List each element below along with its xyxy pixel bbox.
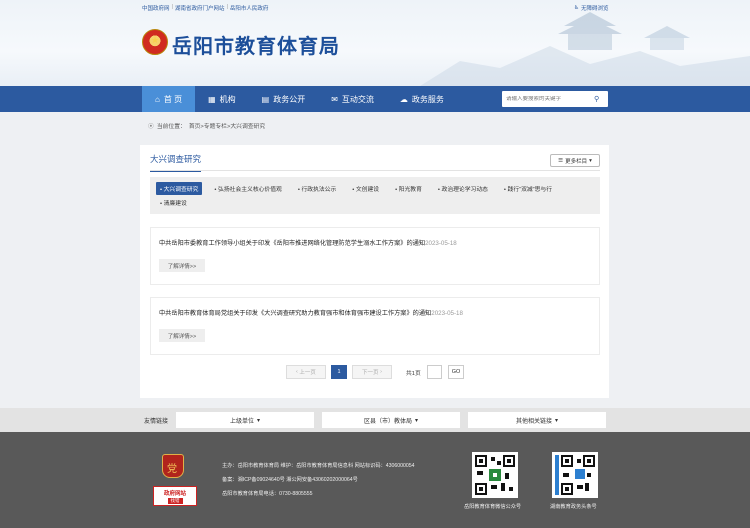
nav-label: 政务公开 bbox=[273, 94, 306, 104]
details-button[interactable]: 了解详情>> bbox=[159, 259, 205, 272]
list-item: 中共岳阳市委教育工作领导小组关于印发《岳阳市推进网络化管理防范学生溺水工作方案》… bbox=[150, 227, 600, 285]
nav-item-organization[interactable]: ▦ 机构 bbox=[195, 86, 249, 112]
accessibility-link[interactable]: ♿ 无障碍浏览 bbox=[574, 4, 608, 12]
next-arrow: › bbox=[378, 369, 382, 375]
tab-research[interactable]: • 大兴调查研究 bbox=[156, 181, 203, 195]
tab-civilization[interactable]: • 文创建设 bbox=[348, 182, 383, 195]
article-title[interactable]: 中共岳阳市委教育工作领导小组关于印发《岳阳市推进网络化管理防范学生溺水工作方案》… bbox=[159, 238, 457, 247]
building-icon: ▦ bbox=[208, 94, 216, 104]
pavilion-illustration bbox=[420, 12, 750, 86]
dropdown-label: 上级单位 bbox=[229, 418, 254, 425]
list-icon: ☰ bbox=[558, 157, 564, 164]
article-date: 2023-05-18 bbox=[425, 240, 457, 247]
caret-down-icon: ▾ bbox=[589, 157, 592, 164]
chat-icon: ✉ bbox=[331, 94, 338, 104]
tab-double-reduction[interactable]: • 践行“双减”思与行 bbox=[500, 182, 556, 195]
toutiao-qr-caption: 湖南教育政务头条号 bbox=[550, 504, 597, 510]
dropdown-label: 区县（市）教体局 bbox=[363, 418, 412, 425]
more-columns-label: 更多栏目 bbox=[565, 158, 588, 165]
next-page-label: 下一页 bbox=[362, 370, 379, 376]
total-pages: 共1页 bbox=[406, 371, 421, 377]
dropdown-other-links[interactable]: 其他相关链接 ▾ bbox=[468, 412, 606, 428]
search-icon[interactable]: ⚲ bbox=[594, 95, 599, 103]
site-footer: 政府网站 找错 主办：岳阳市教育体育局 维护：岳阳市教育体育局信息科 网站标识码… bbox=[0, 432, 750, 528]
go-button[interactable]: GO bbox=[448, 365, 464, 379]
article-date: 2023-05-18 bbox=[431, 310, 463, 317]
nav-label: 政务服务 bbox=[411, 94, 444, 104]
subcolumn-tabs: • 大兴调查研究 • 弘扬社会主义核心价值观 • 行政执法公示 • 文创建设 •… bbox=[150, 177, 600, 214]
search-input[interactable] bbox=[502, 96, 592, 102]
tab-integrity[interactable]: • 清廉建设 bbox=[156, 196, 191, 209]
top-links: 中国政府网 | 湖南省政府门户网站 | 岳阳市人民政府 bbox=[142, 4, 268, 12]
footer-host-info: 主办：岳阳市教育体育局 维护：岳阳市教育体育局信息科 网站标识码：4306000… bbox=[222, 463, 415, 469]
footer-phone-info: 岳阳市教育体育局电话：0730-8805555 bbox=[222, 491, 313, 497]
dropdown-label: 其他相关链接 bbox=[515, 418, 552, 425]
nav-item-interaction[interactable]: ✉ 互动交流 bbox=[318, 86, 387, 112]
badge-bottom-text: 找错 bbox=[167, 497, 183, 504]
top-link-gov[interactable]: 中国政府网 bbox=[142, 4, 170, 12]
friend-links-bar: 友情链接 上级单位 ▾ 区县（市）教体局 ▾ 其他相关链接 ▾ bbox=[0, 408, 750, 432]
accessibility-icon: ♿ bbox=[574, 5, 579, 11]
details-button[interactable]: 了解详情>> bbox=[159, 329, 205, 342]
tab-sunshine-education[interactable]: • 阳光教育 bbox=[391, 182, 426, 195]
home-icon: ⌂ bbox=[155, 94, 160, 104]
divider bbox=[150, 170, 600, 171]
search-box: ⚲ bbox=[502, 91, 608, 107]
caret-down-icon: ▾ bbox=[415, 417, 419, 424]
service-icon: ☁ bbox=[399, 94, 408, 104]
separator: | bbox=[171, 4, 173, 10]
list-item: 中共岳阳市教育体育局党组关于印发《大兴调查研究助力教育强市和体育强市建设工作方案… bbox=[150, 297, 600, 355]
toutiao-qr-code bbox=[552, 452, 598, 498]
site-header: 中国政府网 | 湖南省政府门户网站 | 岳阳市人民政府 ♿ 无障碍浏览 岳阳市教… bbox=[0, 0, 750, 86]
top-link-hunan[interactable]: 湖南省政府门户网站 bbox=[175, 4, 225, 12]
top-link-yueyang[interactable]: 岳阳市人民政府 bbox=[230, 4, 269, 12]
tab-political-study[interactable]: • 政治理论学习动态 bbox=[434, 182, 492, 195]
accessibility-label: 无障碍浏览 bbox=[580, 6, 609, 12]
badge-top-text: 政府网站 bbox=[163, 490, 186, 497]
tab-law-enforcement[interactable]: • 行政执法公示 bbox=[294, 182, 340, 195]
nav-item-services[interactable]: ☁ 政务服务 bbox=[387, 86, 457, 112]
qr-code-icon bbox=[475, 455, 515, 495]
document-icon: ▤ bbox=[261, 94, 270, 104]
qr-code-icon bbox=[555, 455, 595, 495]
separator: | bbox=[226, 4, 228, 10]
article-title-text: 中共岳阳市教育体育局党组关于印发《大兴调查研究助力教育强市和体育强市建设工作方案… bbox=[159, 310, 432, 317]
content-panel: 大兴调查研究 ☰ 更多栏目 ▾ • 大兴调查研究 • 弘扬社会主义核心价值观 •… bbox=[140, 145, 609, 398]
footer-icp-info: 备案：湘ICP备09024640号 湘公网安备43060202000064号 bbox=[222, 477, 358, 483]
nav-label: 首 页 bbox=[163, 94, 183, 104]
page-number[interactable]: 1 bbox=[331, 365, 347, 379]
main-nav: ⌂ 首 页 ▦ 机构 ▤ 政务公开 ✉ 互动交流 ☁ 政务服务 bbox=[0, 86, 750, 112]
page-jump-input[interactable] bbox=[427, 365, 442, 379]
nav-label: 互动交流 bbox=[341, 94, 374, 104]
location-icon: ⦿ bbox=[148, 124, 154, 130]
party-badge-icon[interactable] bbox=[162, 454, 184, 478]
article-title[interactable]: 中共岳阳市教育体育局党组关于印发《大兴调查研究助力教育强市和体育强市建设工作方案… bbox=[159, 308, 463, 317]
next-page-button[interactable]: 下一页 › bbox=[352, 365, 392, 379]
breadcrumb: ⦿ 当前位置： 首页>专题专栏>大兴调查研究 bbox=[148, 121, 265, 130]
national-emblem-icon bbox=[142, 29, 168, 55]
prev-page-label: 上一页 bbox=[299, 370, 316, 376]
friend-links-label: 友情链接 bbox=[144, 419, 169, 425]
tab-core-values[interactable]: • 弘扬社会主义核心价值观 bbox=[210, 182, 285, 195]
dropdown-county-bureaus[interactable]: 区县（市）教体局 ▾ bbox=[322, 412, 460, 428]
caret-down-icon: ▾ bbox=[257, 417, 261, 424]
nav-item-home[interactable]: ⌂ 首 页 bbox=[142, 86, 196, 112]
wechat-qr-code bbox=[472, 452, 518, 498]
breadcrumb-label: 当前位置： bbox=[156, 124, 186, 130]
wechat-qr-caption: 岳阳教育体育微信公众号 bbox=[464, 504, 522, 510]
breadcrumb-path[interactable]: 首页>专题专栏>大兴调查研究 bbox=[189, 121, 265, 130]
nav-label: 机构 bbox=[219, 94, 236, 104]
site-title[interactable]: 岳阳市教育体育局 bbox=[172, 30, 340, 59]
more-columns-button[interactable]: ☰ 更多栏目 ▾ bbox=[550, 154, 600, 167]
dropdown-superior-units[interactable]: 上级单位 ▾ bbox=[176, 412, 314, 428]
nav-item-gov-affairs[interactable]: ▤ 政务公开 bbox=[249, 86, 319, 112]
prev-page-button[interactable]: ‹ 上一页 bbox=[286, 365, 326, 379]
caret-down-icon: ▾ bbox=[555, 417, 559, 424]
gov-site-report-badge[interactable]: 政府网站 找错 bbox=[153, 486, 197, 506]
article-title-text: 中共岳阳市委教育工作领导小组关于印发《岳阳市推进网络化管理防范学生溺水工作方案》… bbox=[159, 240, 426, 247]
